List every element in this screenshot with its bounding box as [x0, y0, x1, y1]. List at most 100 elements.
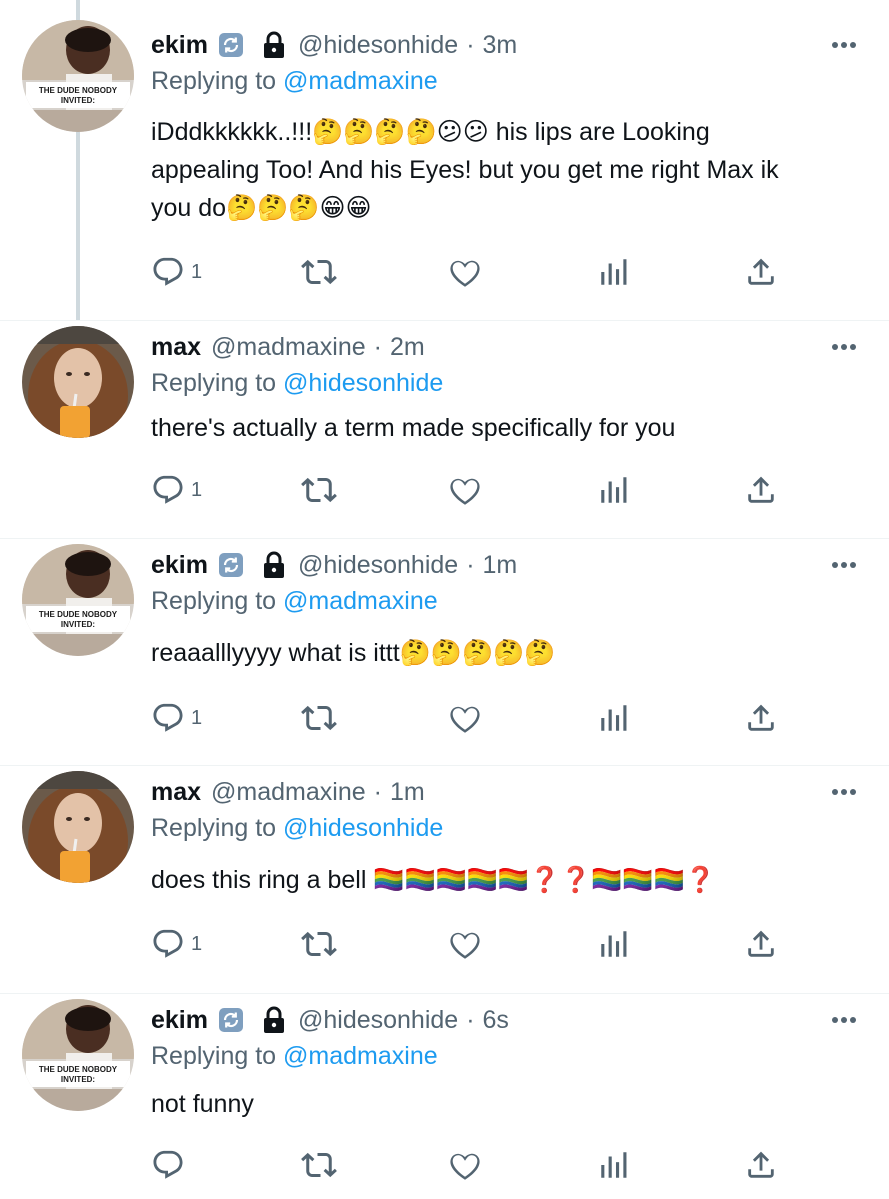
- analytics-button[interactable]: [597, 924, 631, 964]
- like-button[interactable]: [447, 1145, 483, 1185]
- avatar[interactable]: THE DUDE NOBODY INVITED:: [22, 544, 134, 656]
- retweet-button[interactable]: [301, 698, 337, 738]
- share-button[interactable]: [744, 924, 778, 964]
- more-dots-icon[interactable]: [829, 777, 859, 807]
- timestamp[interactable]: 1m: [390, 778, 425, 807]
- username-handle[interactable]: @hidesonhide: [298, 551, 458, 580]
- tweet[interactable]: THE DUDE NOBODY INVITED: ekim @hidesonhi…: [0, 993, 889, 1199]
- tweet-actions: 1: [0, 252, 889, 292]
- replying-prefix: Replying to: [151, 369, 277, 397]
- share-button[interactable]: [744, 252, 778, 292]
- replying-mention-link[interactable]: @madmaxine: [283, 587, 438, 615]
- more-dots-icon[interactable]: [829, 1005, 859, 1035]
- replying-mention-link[interactable]: @madmaxine: [283, 67, 438, 95]
- more-dots-icon[interactable]: [829, 550, 859, 580]
- retweet-button[interactable]: [301, 470, 337, 510]
- display-name[interactable]: max: [151, 778, 201, 807]
- share-button[interactable]: [744, 1145, 778, 1185]
- reply-count: 1: [191, 478, 203, 501]
- reply-icon: [153, 475, 183, 504]
- reply-icon: [153, 929, 183, 958]
- heart-icon: [450, 932, 480, 959]
- avatar[interactable]: [22, 326, 134, 438]
- analytics-button[interactable]: [597, 1145, 631, 1185]
- reply-button[interactable]: 1: [151, 470, 202, 510]
- tweet-actions: 1: [0, 924, 889, 964]
- timestamp[interactable]: 3m: [483, 31, 518, 60]
- tweet[interactable]: max @madmaxine · 2m Replying to @hideson…: [0, 320, 889, 539]
- tweet-header: ekim @hidesonhide · 3m: [151, 27, 809, 63]
- replying-mention-link[interactable]: @hidesonhide: [283, 369, 443, 397]
- analytics-button[interactable]: [597, 698, 631, 738]
- avatar[interactable]: THE DUDE NOBODY INVITED:: [22, 20, 134, 132]
- tweet-text: does this ring a bell 🏳️‍🌈🏳️‍🌈🏳️‍🌈🏳️‍🌈🏳️…: [151, 866, 716, 894]
- replying-prefix: Replying to: [151, 1042, 277, 1070]
- like-button[interactable]: [447, 252, 483, 292]
- replying-to: Replying to @madmaxine: [151, 67, 438, 96]
- timestamp[interactable]: 2m: [390, 333, 425, 362]
- svg-text:INVITED:: INVITED:: [61, 1075, 95, 1084]
- tweet-header: max @madmaxine · 2m: [151, 329, 809, 365]
- reply-button[interactable]: 1: [151, 698, 202, 738]
- reply-button[interactable]: [151, 1145, 191, 1185]
- display-name[interactable]: max: [151, 333, 201, 362]
- tweet[interactable]: THE DUDE NOBODY INVITED: ekim @hidesonhi…: [0, 0, 889, 321]
- username-handle[interactable]: @hidesonhide: [298, 1006, 458, 1035]
- separator-dot: ·: [466, 30, 475, 59]
- replying-mention-link[interactable]: @hidesonhide: [283, 814, 443, 842]
- tweet[interactable]: THE DUDE NOBODY INVITED: ekim @hidesonhi…: [0, 538, 889, 766]
- retweet-icon: [301, 1152, 337, 1178]
- retweet-icon: [301, 931, 337, 957]
- tweet-text: iDddkkkkkk..!!!🤔🤔🤔🤔😕😕 his lips are Looki…: [151, 118, 779, 222]
- avatar[interactable]: [22, 771, 134, 883]
- reply-count: 1: [191, 932, 203, 955]
- tweet-text: reaaalllyyyy what is ittt🤔🤔🤔🤔🤔: [151, 639, 556, 667]
- analytics-button[interactable]: [597, 252, 631, 292]
- username-handle[interactable]: @madmaxine: [211, 778, 366, 807]
- like-button[interactable]: [447, 470, 483, 510]
- display-name[interactable]: ekim: [151, 551, 208, 580]
- retweet-icon: [301, 705, 337, 731]
- more-dots-icon[interactable]: [829, 30, 859, 60]
- tweet-header: ekim @hidesonhide · 6s: [151, 1002, 809, 1038]
- heart-icon: [450, 260, 480, 287]
- retweet-button[interactable]: [301, 1145, 337, 1185]
- timestamp[interactable]: 6s: [483, 1006, 509, 1035]
- display-name[interactable]: ekim: [151, 1006, 208, 1035]
- retweet-icon: [301, 477, 337, 503]
- tweet-header: max @madmaxine · 1m: [151, 774, 809, 810]
- svg-text:THE DUDE NOBODY: THE DUDE NOBODY: [39, 610, 118, 619]
- tweet-header: ekim @hidesonhide · 1m: [151, 547, 809, 583]
- reply-button[interactable]: 1: [151, 924, 202, 964]
- timestamp[interactable]: 1m: [483, 551, 518, 580]
- reply-count: 1: [191, 706, 203, 729]
- svg-text:THE DUDE NOBODY: THE DUDE NOBODY: [39, 1065, 118, 1074]
- share-icon: [748, 704, 774, 731]
- username-handle[interactable]: @hidesonhide: [298, 31, 458, 60]
- share-button[interactable]: [744, 470, 778, 510]
- analytics-button[interactable]: [597, 470, 631, 510]
- retweet-icon: [301, 259, 337, 285]
- display-name[interactable]: ekim: [151, 31, 208, 60]
- replying-mention-link[interactable]: @madmaxine: [283, 1042, 438, 1070]
- reply-icon: [153, 703, 183, 732]
- reply-icon: [153, 1150, 183, 1179]
- avatar[interactable]: THE DUDE NOBODY INVITED:: [22, 999, 134, 1111]
- heart-icon: [450, 1153, 480, 1180]
- tweet[interactable]: max @madmaxine · 1m Replying to @hideson…: [0, 765, 889, 994]
- retweet-button[interactable]: [301, 924, 337, 964]
- like-button[interactable]: [447, 698, 483, 738]
- replying-to: Replying to @madmaxine: [151, 587, 438, 616]
- analytics-icon: [601, 931, 627, 957]
- more-dots-icon[interactable]: [829, 332, 859, 362]
- separator-dot: ·: [373, 777, 382, 806]
- like-button[interactable]: [447, 924, 483, 964]
- svg-text:THE DUDE NOBODY: THE DUDE NOBODY: [39, 86, 118, 95]
- share-button[interactable]: [744, 698, 778, 738]
- retweet-button[interactable]: [301, 252, 337, 292]
- share-icon: [748, 930, 774, 957]
- tweet-actions: 1: [0, 470, 889, 510]
- share-icon: [748, 476, 774, 503]
- reply-button[interactable]: 1: [151, 252, 202, 292]
- username-handle[interactable]: @madmaxine: [211, 333, 366, 362]
